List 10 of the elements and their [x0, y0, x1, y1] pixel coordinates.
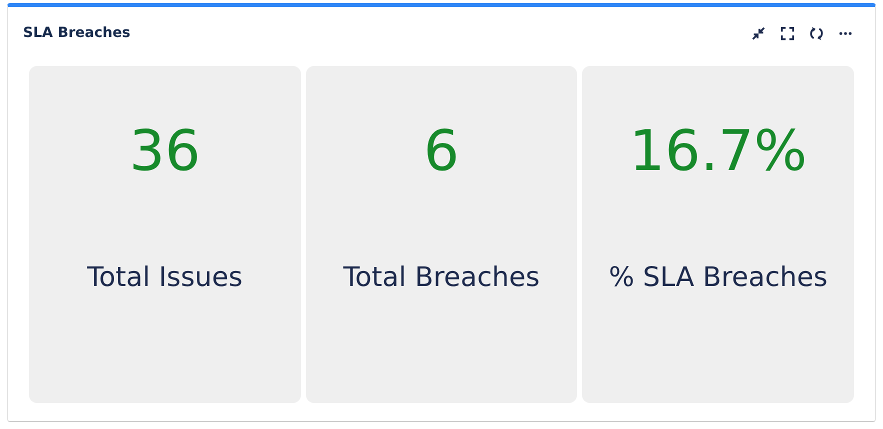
collapse-icon[interactable]: [751, 26, 766, 40]
metric-value: 16.7%: [629, 124, 808, 180]
refresh-icon[interactable]: [809, 26, 824, 40]
metric-label: Total Issues: [87, 264, 243, 291]
metric-label: Total Breaches: [343, 264, 540, 291]
metric-value: 36: [129, 124, 200, 180]
metric-value: 6: [424, 124, 460, 180]
fullscreen-icon[interactable]: [780, 26, 795, 40]
widget-title: SLA Breaches: [23, 25, 130, 41]
metric-label: % SLA Breaches: [608, 264, 828, 291]
